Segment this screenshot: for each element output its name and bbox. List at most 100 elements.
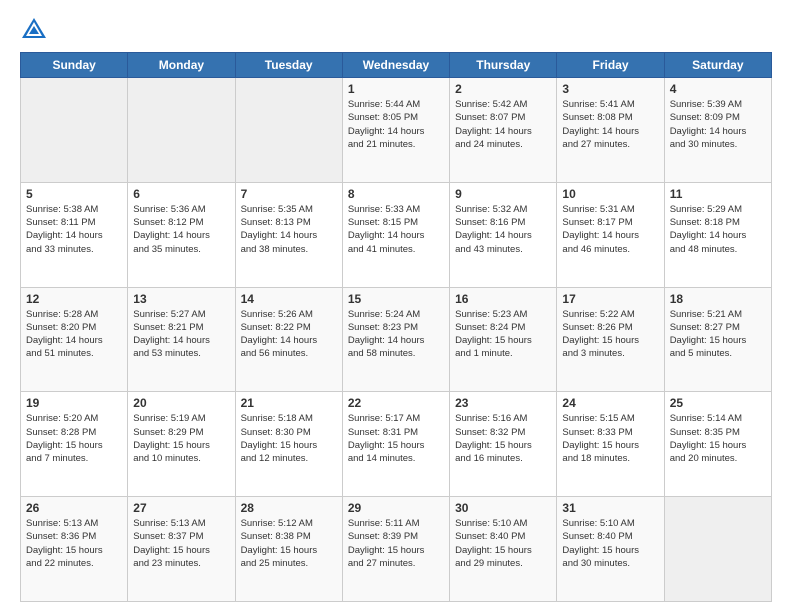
page: SundayMondayTuesdayWednesdayThursdayFrid… bbox=[0, 0, 792, 612]
day-info: Sunrise: 5:35 AM Sunset: 8:13 PM Dayligh… bbox=[241, 203, 337, 256]
day-number: 13 bbox=[133, 292, 229, 306]
logo-icon bbox=[20, 16, 48, 44]
day-cell: 26Sunrise: 5:13 AM Sunset: 8:36 PM Dayli… bbox=[21, 497, 128, 602]
day-header-row: SundayMondayTuesdayWednesdayThursdayFrid… bbox=[21, 53, 772, 78]
day-number: 31 bbox=[562, 501, 658, 515]
day-cell: 2 Sunrise: 5:42 AM Sunset: 8:07 PM Daylig… bbox=[450, 78, 557, 183]
day-cell: 10Sunrise: 5:31 AM Sunset: 8:17 PM Dayli… bbox=[557, 182, 664, 287]
day-number: 6 bbox=[133, 187, 229, 201]
day-cell: 24Sunrise: 5:15 AM Sunset: 8:33 PM Dayli… bbox=[557, 392, 664, 497]
day-number: 3 bbox=[562, 82, 658, 96]
day-number: 19 bbox=[26, 396, 122, 410]
day-cell: 7 Sunrise: 5:35 AM Sunset: 8:13 PM Daylig… bbox=[235, 182, 342, 287]
day-number: 20 bbox=[133, 396, 229, 410]
day-number: 25 bbox=[670, 396, 766, 410]
day-cell: 25 Sunrise: 5:14 AM Sunset: 8:35 PM Dayli… bbox=[664, 392, 771, 497]
day-cell: 18 Sunrise: 5:21 AM Sunset: 8:27 PM Dayli… bbox=[664, 287, 771, 392]
day-cell: 28 Sunrise: 5:12 AM Sunset: 8:38 PM Dayli… bbox=[235, 497, 342, 602]
day-info: Sunrise: 5:26 AM Sunset: 8:22 PM Dayligh… bbox=[241, 308, 337, 361]
day-info: Sunrise: 5:14 AM Sunset: 8:35 PM Dayligh… bbox=[670, 412, 766, 465]
day-cell: 9 Sunrise: 5:32 AM Sunset: 8:16 PM Daylig… bbox=[450, 182, 557, 287]
day-info: Sunrise: 5:24 AM Sunset: 8:23 PM Dayligh… bbox=[348, 308, 444, 361]
day-cell: 15 Sunrise: 5:24 AM Sunset: 8:23 PM Dayli… bbox=[342, 287, 449, 392]
day-info: Sunrise: 5:33 AM Sunset: 8:15 PM Dayligh… bbox=[348, 203, 444, 256]
day-number: 8 bbox=[348, 187, 444, 201]
day-cell: 31 Sunrise: 5:10 AM Sunset: 8:40 PM Dayli… bbox=[557, 497, 664, 602]
day-cell bbox=[128, 78, 235, 183]
day-number: 1 bbox=[348, 82, 444, 96]
day-number: 15 bbox=[348, 292, 444, 306]
day-number: 29 bbox=[348, 501, 444, 515]
day-cell: 6 Sunrise: 5:36 AM Sunset: 8:12 PM Daylig… bbox=[128, 182, 235, 287]
day-number: 12 bbox=[26, 292, 122, 306]
day-info: Sunrise: 5:42 AM Sunset: 8:07 PM Dayligh… bbox=[455, 98, 551, 151]
day-cell: 19 Sunrise: 5:20 AM Sunset: 8:28 PM Dayli… bbox=[21, 392, 128, 497]
day-number: 10 bbox=[562, 187, 658, 201]
day-info: Sunrise: 5:18 AM Sunset: 8:30 PM Dayligh… bbox=[241, 412, 337, 465]
day-header-sunday: Sunday bbox=[21, 53, 128, 78]
day-cell: 16 Sunrise: 5:23 AM Sunset: 8:24 PM Dayli… bbox=[450, 287, 557, 392]
day-info: Sunrise: 5:13 AM Sunset: 8:37 PM Dayligh… bbox=[133, 517, 229, 570]
day-cell: 5 Sunrise: 5:38 AM Sunset: 8:11 PM Daylig… bbox=[21, 182, 128, 287]
day-info: Sunrise: 5:16 AM Sunset: 8:32 PM Dayligh… bbox=[455, 412, 551, 465]
day-cell: 20 Sunrise: 5:19 AM Sunset: 8:29 PM Dayli… bbox=[128, 392, 235, 497]
week-row-1: 1Sunrise: 5:44 AM Sunset: 8:05 PM Daylig… bbox=[21, 78, 772, 183]
week-row-5: 26Sunrise: 5:13 AM Sunset: 8:36 PM Dayli… bbox=[21, 497, 772, 602]
day-cell: 29 Sunrise: 5:11 AM Sunset: 8:39 PM Dayli… bbox=[342, 497, 449, 602]
day-cell: 1Sunrise: 5:44 AM Sunset: 8:05 PM Daylig… bbox=[342, 78, 449, 183]
day-header-wednesday: Wednesday bbox=[342, 53, 449, 78]
day-number: 30 bbox=[455, 501, 551, 515]
day-cell: 17 Sunrise: 5:22 AM Sunset: 8:26 PM Dayli… bbox=[557, 287, 664, 392]
day-cell bbox=[664, 497, 771, 602]
day-info: Sunrise: 5:17 AM Sunset: 8:31 PM Dayligh… bbox=[348, 412, 444, 465]
day-number: 18 bbox=[670, 292, 766, 306]
day-cell: 12 Sunrise: 5:28 AM Sunset: 8:20 PM Dayli… bbox=[21, 287, 128, 392]
day-info: Sunrise: 5:29 AM Sunset: 8:18 PM Dayligh… bbox=[670, 203, 766, 256]
day-cell bbox=[235, 78, 342, 183]
day-number: 22 bbox=[348, 396, 444, 410]
day-info: Sunrise: 5:22 AM Sunset: 8:26 PM Dayligh… bbox=[562, 308, 658, 361]
day-cell: 3 Sunrise: 5:41 AM Sunset: 8:08 PM Daylig… bbox=[557, 78, 664, 183]
week-row-2: 5 Sunrise: 5:38 AM Sunset: 8:11 PM Daylig… bbox=[21, 182, 772, 287]
day-number: 27 bbox=[133, 501, 229, 515]
day-number: 7 bbox=[241, 187, 337, 201]
day-cell: 11 Sunrise: 5:29 AM Sunset: 8:18 PM Dayli… bbox=[664, 182, 771, 287]
day-header-friday: Friday bbox=[557, 53, 664, 78]
day-info: Sunrise: 5:23 AM Sunset: 8:24 PM Dayligh… bbox=[455, 308, 551, 361]
day-header-saturday: Saturday bbox=[664, 53, 771, 78]
day-header-thursday: Thursday bbox=[450, 53, 557, 78]
day-info: Sunrise: 5:28 AM Sunset: 8:20 PM Dayligh… bbox=[26, 308, 122, 361]
day-number: 2 bbox=[455, 82, 551, 96]
day-info: Sunrise: 5:36 AM Sunset: 8:12 PM Dayligh… bbox=[133, 203, 229, 256]
day-number: 5 bbox=[26, 187, 122, 201]
day-info: Sunrise: 5:38 AM Sunset: 8:11 PM Dayligh… bbox=[26, 203, 122, 256]
day-cell: 21Sunrise: 5:18 AM Sunset: 8:30 PM Dayli… bbox=[235, 392, 342, 497]
day-info: Sunrise: 5:12 AM Sunset: 8:38 PM Dayligh… bbox=[241, 517, 337, 570]
day-number: 23 bbox=[455, 396, 551, 410]
day-info: Sunrise: 5:39 AM Sunset: 8:09 PM Dayligh… bbox=[670, 98, 766, 151]
day-cell: 8 Sunrise: 5:33 AM Sunset: 8:15 PM Daylig… bbox=[342, 182, 449, 287]
day-cell: 27 Sunrise: 5:13 AM Sunset: 8:37 PM Dayli… bbox=[128, 497, 235, 602]
day-info: Sunrise: 5:21 AM Sunset: 8:27 PM Dayligh… bbox=[670, 308, 766, 361]
day-cell: 14Sunrise: 5:26 AM Sunset: 8:22 PM Dayli… bbox=[235, 287, 342, 392]
day-number: 4 bbox=[670, 82, 766, 96]
day-info: Sunrise: 5:10 AM Sunset: 8:40 PM Dayligh… bbox=[455, 517, 551, 570]
day-number: 17 bbox=[562, 292, 658, 306]
day-info: Sunrise: 5:11 AM Sunset: 8:39 PM Dayligh… bbox=[348, 517, 444, 570]
day-number: 28 bbox=[241, 501, 337, 515]
day-number: 9 bbox=[455, 187, 551, 201]
day-header-monday: Monday bbox=[128, 53, 235, 78]
day-cell: 4 Sunrise: 5:39 AM Sunset: 8:09 PM Daylig… bbox=[664, 78, 771, 183]
day-info: Sunrise: 5:20 AM Sunset: 8:28 PM Dayligh… bbox=[26, 412, 122, 465]
day-info: Sunrise: 5:32 AM Sunset: 8:16 PM Dayligh… bbox=[455, 203, 551, 256]
day-info: Sunrise: 5:41 AM Sunset: 8:08 PM Dayligh… bbox=[562, 98, 658, 151]
week-row-4: 19 Sunrise: 5:20 AM Sunset: 8:28 PM Dayli… bbox=[21, 392, 772, 497]
day-number: 16 bbox=[455, 292, 551, 306]
logo bbox=[20, 16, 52, 44]
day-info: Sunrise: 5:19 AM Sunset: 8:29 PM Dayligh… bbox=[133, 412, 229, 465]
calendar: SundayMondayTuesdayWednesdayThursdayFrid… bbox=[20, 52, 772, 602]
day-number: 11 bbox=[670, 187, 766, 201]
day-header-tuesday: Tuesday bbox=[235, 53, 342, 78]
day-info: Sunrise: 5:10 AM Sunset: 8:40 PM Dayligh… bbox=[562, 517, 658, 570]
header bbox=[20, 16, 772, 44]
